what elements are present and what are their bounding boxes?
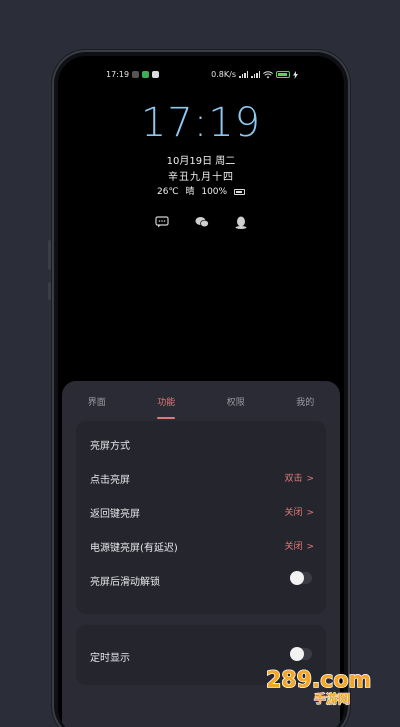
setting-value: 关闭 > [284, 542, 314, 552]
chevron-right-icon: > [306, 542, 314, 552]
setting-label: 电源键亮屏(有延迟) [90, 543, 178, 554]
chevron-right-icon: > [306, 474, 314, 484]
status-left: 17:19 [106, 70, 160, 79]
network-speed: 0.8K/s [211, 70, 236, 79]
battery-icon [276, 71, 290, 78]
toggle-knob [290, 571, 304, 585]
battery-percent: 100% [201, 187, 228, 197]
weather-condition: 晴 [185, 187, 195, 197]
svg-text:手游网: 手游网 [314, 691, 350, 706]
volume-button [48, 240, 51, 270]
setting-row-power-key-wake[interactable]: 电源键亮屏(有延迟) 关闭 > [90, 539, 314, 557]
tab-mine[interactable]: 我的 [290, 393, 320, 413]
signal-icon-1 [239, 71, 248, 78]
phone-screen: 17:19 0.8K/s 17:19 10月19日 周二 辛丑九月十四 26℃ … [58, 56, 344, 727]
lunar-date: 辛丑九月十四 [168, 172, 234, 183]
battery-small-icon [233, 188, 245, 195]
power-button [48, 282, 51, 300]
scheduled-display-toggle[interactable] [290, 647, 312, 661]
lockscreen-clock: 17:19 [140, 100, 262, 146]
toggle-knob [290, 647, 304, 661]
app-notification-icon [132, 71, 140, 78]
setting-label: 返回键亮屏 [90, 509, 140, 520]
svg-text:289.com: 289.com [266, 668, 371, 693]
wechat-icon [195, 217, 209, 228]
weather-line: 26℃ 晴 100% [58, 184, 344, 197]
section-title: 亮屏方式 [90, 441, 130, 452]
temperature: 26℃ [157, 187, 179, 197]
wechat-status-icon [142, 71, 150, 78]
tab-bar: 界面 功能 权限 我的 [62, 393, 340, 419]
status-right: 0.8K/s [211, 70, 298, 79]
slide-unlock-toggle[interactable] [290, 571, 312, 585]
chevron-right-icon: > [306, 508, 314, 518]
setting-row-back-key-wake[interactable]: 返回键亮屏 关闭 > [90, 505, 314, 523]
tab-interface[interactable]: 界面 [82, 393, 112, 413]
notification-icons [58, 216, 344, 229]
setting-label: 亮屏后滑动解锁 [90, 577, 160, 588]
lockscreen-date: 10月19日 周二 [166, 156, 236, 167]
tab-function[interactable]: 功能 [151, 393, 181, 419]
setting-value: 双击 > [284, 474, 314, 484]
stage: 17:19 0.8K/s 17:19 10月19日 周二 辛丑九月十四 26℃ … [0, 0, 400, 727]
setting-row-slide-unlock: 亮屏后滑动解锁 [90, 571, 314, 591]
wake-settings-card: 亮屏方式 点击亮屏 双击 > 返回键亮屏 关闭 > 电源键亮屏(有延迟) 关闭 > 亮… [76, 421, 326, 614]
wifi-icon [263, 70, 273, 78]
qq-icon [235, 216, 247, 229]
status-time: 17:19 [106, 70, 130, 79]
charging-icon [293, 70, 298, 79]
status-bar: 17:19 0.8K/s [58, 66, 344, 82]
setting-label: 点击亮屏 [90, 475, 130, 486]
message-icon [155, 216, 169, 228]
setting-row-tap-wake[interactable]: 点击亮屏 双击 > [90, 471, 314, 489]
setting-label: 定时显示 [90, 653, 130, 664]
tab-permission[interactable]: 权限 [221, 393, 251, 413]
close-status-icon [152, 71, 160, 78]
setting-value: 关闭 > [284, 508, 314, 518]
site-watermark-logo: 289.com 手游网 [265, 667, 372, 706]
signal-icon-2 [251, 71, 260, 78]
